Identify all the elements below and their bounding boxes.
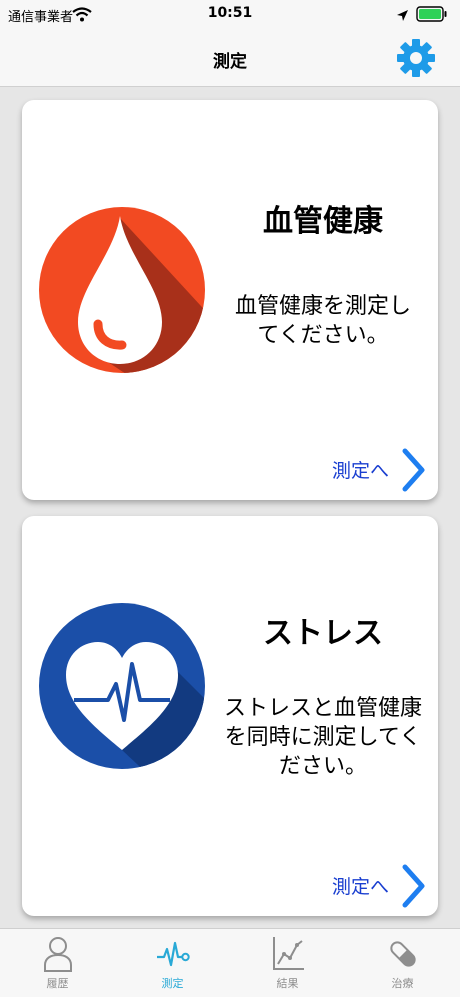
- tab-history[interactable]: 履歴: [0, 929, 115, 997]
- go-to-measure-link[interactable]: 測定へ: [322, 864, 432, 908]
- card-description-line: てください。: [257, 323, 389, 348]
- heart-pulse-icon: [39, 603, 205, 769]
- blood-drop-emblem: [36, 204, 208, 376]
- tab-label: 結果: [276, 977, 299, 990]
- capsule-icon: [389, 941, 416, 967]
- line-chart-icon: [272, 937, 304, 970]
- tab-measure[interactable]: 測定: [115, 929, 230, 997]
- location-arrow-icon: [396, 7, 409, 26]
- tab-label: 履歴: [46, 977, 69, 990]
- measure-link-label: 測定へ: [332, 876, 390, 898]
- navigation-bar: 測定: [0, 30, 460, 87]
- tab-label: 治療: [391, 977, 414, 990]
- card-description-line: を同時に測定してく: [224, 725, 422, 750]
- person-icon: [43, 937, 72, 972]
- measure-link-label: 測定へ: [332, 460, 390, 482]
- card-title: ストレス: [263, 616, 383, 651]
- card-description: ストレスと血管健康 を同時に測定してく ださい。: [218, 694, 428, 781]
- heart-pulse-emblem: [36, 600, 208, 772]
- blood-drop-icon: [39, 207, 205, 373]
- vascular-health-card[interactable]: 血管健康 血管健康を測定し てください。 測定へ: [22, 100, 438, 500]
- tab-treatment[interactable]: 治療: [345, 929, 460, 997]
- pulse-icon: [156, 941, 190, 967]
- gear-icon: [397, 39, 435, 77]
- settings-button[interactable]: [394, 36, 438, 80]
- tab-bar: 履歴 測定 結果 治療: [0, 928, 460, 997]
- card-description-line: ださい。: [278, 754, 367, 779]
- go-to-measure-link[interactable]: 測定へ: [322, 448, 432, 492]
- battery-icon: [416, 6, 448, 26]
- chevron-right-icon: [400, 864, 428, 912]
- page-title: 測定: [213, 52, 247, 72]
- status-time: 10:51: [207, 5, 253, 21]
- card-description: 血管健康を測定し てください。: [218, 292, 428, 350]
- stress-card[interactable]: ストレス ストレスと血管健康 を同時に測定してく ださい。 測定へ: [22, 516, 438, 916]
- tab-label: 測定: [161, 977, 184, 990]
- status-bar: 通信事業者 10:51: [0, 0, 460, 30]
- card-description-line: 血管健康を測定し: [234, 294, 411, 319]
- tab-results[interactable]: 結果: [230, 929, 345, 997]
- chevron-right-icon: [400, 448, 428, 496]
- card-title: 血管健康: [263, 204, 383, 239]
- card-description-line: ストレスと血管健康: [223, 696, 422, 721]
